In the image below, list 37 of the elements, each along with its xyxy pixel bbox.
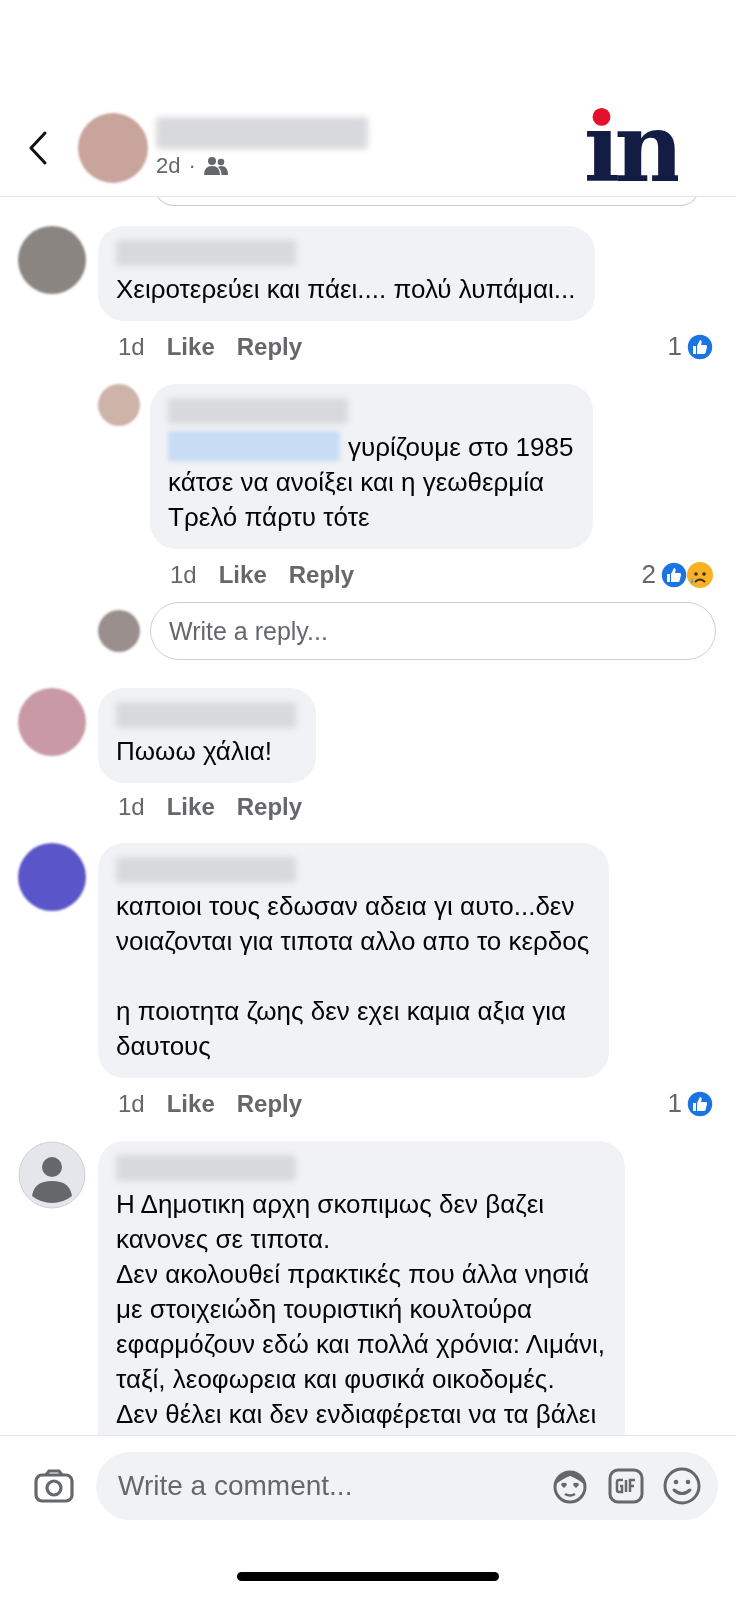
like-link[interactable]: Like — [218, 560, 267, 589]
comment-time: 1d — [118, 332, 145, 361]
camera-icon[interactable] — [34, 1469, 74, 1503]
comment-time: 1d — [118, 1089, 145, 1118]
gif-icon[interactable] — [608, 1468, 644, 1504]
reply-field[interactable]: Write a reply... — [150, 602, 716, 660]
comment-bar[interactable]: Write a comment... — [96, 1452, 718, 1520]
people-icon — [203, 156, 228, 176]
sad-emoji-icon — [686, 560, 714, 589]
reaction-count: 1 — [667, 1088, 682, 1119]
comment-time: 1d — [170, 560, 197, 589]
avatar[interactable] — [18, 226, 86, 294]
comment-input[interactable]: Write a comment... — [116, 1469, 532, 1503]
comment-time: 1d — [118, 793, 145, 821]
reaction-count: 2 — [641, 559, 656, 590]
comment-text: Η Δημοτικη αρχη σκοπιμως δεν βαζει κανονες σε τιποτα. Δεν ακολουθεί πρακτικές που άλλα νησιά με στοιχειώδη τουριστική κουλτούρα εφαρμόζουν εδώ και πολλά χρόνια: Λιμάνι, ταξί, λεοφωρεια και φυσικά οικοδομές. Δεν θέλει και δεν ενδιαφέρεται να τα βάλει — [116, 1188, 605, 1431]
like-link[interactable]: Like — [166, 793, 215, 821]
emoji-icon[interactable] — [662, 1466, 702, 1506]
comment-text: γυρίζουμε στο 1985 κάτσε να ανοίξει και η γεωθερμία Τρελό πάρτυ τότε — [168, 430, 574, 534]
reply-link[interactable]: Reply — [288, 560, 355, 589]
comment-text: Χειροτερεύει και πάει.... πολύ λυπάμαι... — [116, 273, 576, 306]
like-link[interactable]: Like — [166, 1089, 215, 1118]
reaction-count: 1 — [667, 331, 682, 362]
like-link[interactable]: Like — [166, 332, 215, 361]
reply-link[interactable]: Reply — [236, 793, 303, 821]
back-icon[interactable] — [28, 130, 48, 166]
avatar[interactable] — [18, 843, 86, 911]
comment-text: καποιοι τους εδωσαν αδεια γι αυτο...δεν νοιαζονται για τιποτα αλλο απο το κερδος η ποιοτητα ζωης δεν εχει καμια αξια για δαυτους — [116, 890, 590, 1063]
comment-text: Πωωω χάλια! — [116, 735, 273, 768]
reply-link[interactable]: Reply — [236, 332, 303, 361]
like-icon — [686, 332, 714, 361]
post-time: 2d — [156, 153, 181, 179]
reply-link[interactable]: Reply — [236, 1089, 303, 1118]
default-avatar-icon[interactable] — [18, 1141, 86, 1209]
separator: · — [188, 153, 196, 179]
like-icon — [660, 560, 688, 589]
like-icon — [686, 1089, 714, 1118]
